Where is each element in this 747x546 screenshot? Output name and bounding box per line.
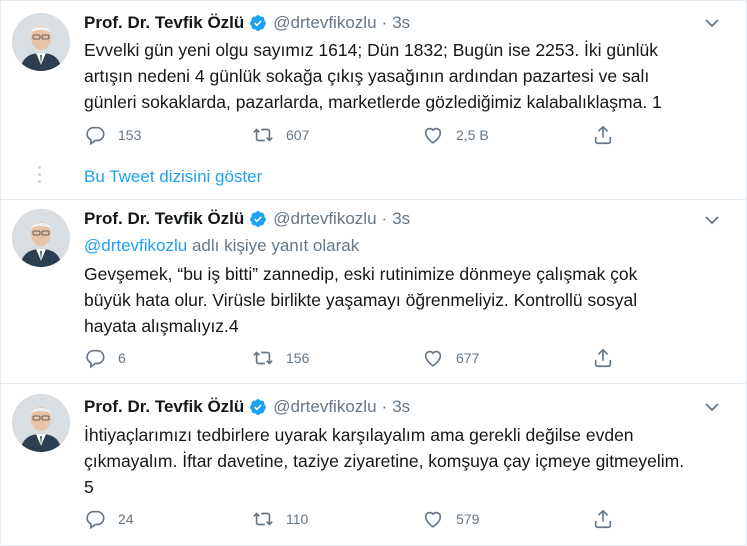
heart-icon (424, 350, 442, 367)
tweet-text-line: İhtiyaçlarımızı tedbirlere uyarak karşıl… (84, 425, 634, 445)
chevron-down-icon[interactable] (704, 401, 720, 413)
author-name[interactable]: Prof. Dr. Tevfik Özlü (84, 397, 244, 417)
tweet-header: Prof. Dr. Tevfik Özlü @drtevfikozlu · 3s (84, 12, 410, 34)
separator-dot: · (381, 13, 388, 32)
tweet-header: Prof. Dr. Tevfik Özlü @drtevfikozlu · 3s (84, 208, 410, 230)
tweet-text-line: Gevşemek, “bu iş bitti” zannedip, eski r… (84, 264, 638, 284)
tweet-actions: 153 607 2,5 B (84, 123, 624, 147)
tweet-actions: 6 156 677 (84, 346, 624, 370)
share-button[interactable] (592, 346, 614, 370)
reply-mention-link[interactable]: @drtevfikozlu (84, 236, 187, 255)
like-count: 2,5 B (456, 127, 489, 143)
share-button[interactable] (592, 507, 614, 531)
like-count: 579 (456, 511, 480, 527)
speech-bubble-icon (86, 349, 105, 369)
retweet-button[interactable]: 110 (252, 507, 308, 531)
retweet-button[interactable]: 156 (252, 346, 309, 370)
tweet-actions: 24 110 579 (84, 507, 624, 531)
author-name[interactable]: Prof. Dr. Tevfik Özlü (84, 209, 244, 229)
share-icon (594, 348, 612, 368)
reply-button[interactable]: 24 (84, 507, 134, 531)
tweet-text-line: günleri sokaklarda, pazarlarda, marketle… (84, 92, 662, 112)
separator-dot: · (381, 209, 388, 228)
reply-count: 153 (118, 127, 142, 143)
chevron-down-icon[interactable] (704, 17, 720, 29)
separator-dot: · (381, 397, 388, 416)
thread-connector (38, 166, 42, 187)
retweet-count: 607 (286, 127, 310, 143)
reply-context-label: adlı kişiye yanıt olarak (187, 236, 360, 255)
tweet-text-line: artışın nedeni 4 günlük sokağa çıkış yas… (84, 66, 650, 86)
reply-button[interactable]: 6 (84, 346, 126, 370)
avatar[interactable] (12, 394, 70, 452)
verified-badge-icon (250, 399, 267, 415)
divider (0, 383, 747, 384)
avatar[interactable] (12, 209, 70, 267)
share-icon (594, 125, 612, 145)
author-handle[interactable]: @drtevfikozlu (273, 13, 376, 33)
tweet-text: İhtiyaçlarımızı tedbirlere uyarak karşıl… (84, 422, 736, 500)
reply-button[interactable]: 153 (84, 123, 141, 147)
tweet-text-line: 5 (84, 477, 94, 497)
retweet-button[interactable]: 607 (252, 123, 309, 147)
tweet-text-line: hayata alışmalıyız.4 (84, 316, 239, 336)
like-count: 677 (456, 350, 480, 366)
share-button[interactable] (592, 123, 614, 147)
chevron-down-icon[interactable] (704, 214, 720, 226)
tweet-time[interactable]: 3s (392, 209, 410, 229)
speech-bubble-icon (86, 126, 105, 146)
tweet-text: Gevşemek, “bu iş bitti” zannedip, eski r… (84, 261, 736, 339)
tweet-time[interactable]: 3s (392, 13, 410, 33)
author-handle[interactable]: @drtevfikozlu (273, 209, 376, 229)
like-button[interactable]: 677 (422, 346, 479, 370)
tweet-text: Evvelki gün yeni olgu sayımız 1614; Dün … (84, 37, 736, 115)
like-button[interactable]: 2,5 B (422, 123, 489, 147)
avatar[interactable] (12, 13, 70, 71)
like-button[interactable]: 579 (422, 507, 479, 531)
retweet-icon (253, 512, 273, 526)
retweet-count: 156 (286, 350, 310, 366)
divider (0, 199, 747, 200)
share-icon (594, 509, 612, 529)
show-thread-link[interactable]: Bu Tweet dizisini göster (84, 167, 262, 187)
tweet-header: Prof. Dr. Tevfik Özlü @drtevfikozlu · 3s (84, 396, 410, 418)
retweet-icon (253, 351, 273, 365)
avatar-image (12, 394, 70, 452)
tweet-text-line: büyük hata olur. Virüsle birlikte yaşama… (84, 290, 638, 310)
retweet-icon (253, 128, 273, 142)
heart-icon (424, 127, 442, 144)
author-name[interactable]: Prof. Dr. Tevfik Özlü (84, 13, 244, 33)
avatar-image (12, 13, 70, 71)
author-handle[interactable]: @drtevfikozlu (273, 397, 376, 417)
verified-badge-icon (250, 15, 267, 31)
verified-badge-icon (250, 211, 267, 227)
reply-count: 6 (118, 350, 126, 366)
heart-icon (424, 511, 442, 528)
tweet-text-line: çıkmayalım. İftar davetine, taziye ziyar… (84, 451, 685, 471)
retweet-count: 110 (286, 511, 309, 527)
speech-bubble-icon (86, 510, 105, 530)
tweet-text-line: Evvelki gün yeni olgu sayımız 1614; Dün … (84, 40, 658, 60)
reply-count: 24 (118, 511, 134, 527)
avatar-image (12, 209, 70, 267)
tweet-time[interactable]: 3s (392, 397, 410, 417)
reply-context: @drtevfikozlu adlı kişiye yanıt olarak (84, 236, 359, 256)
